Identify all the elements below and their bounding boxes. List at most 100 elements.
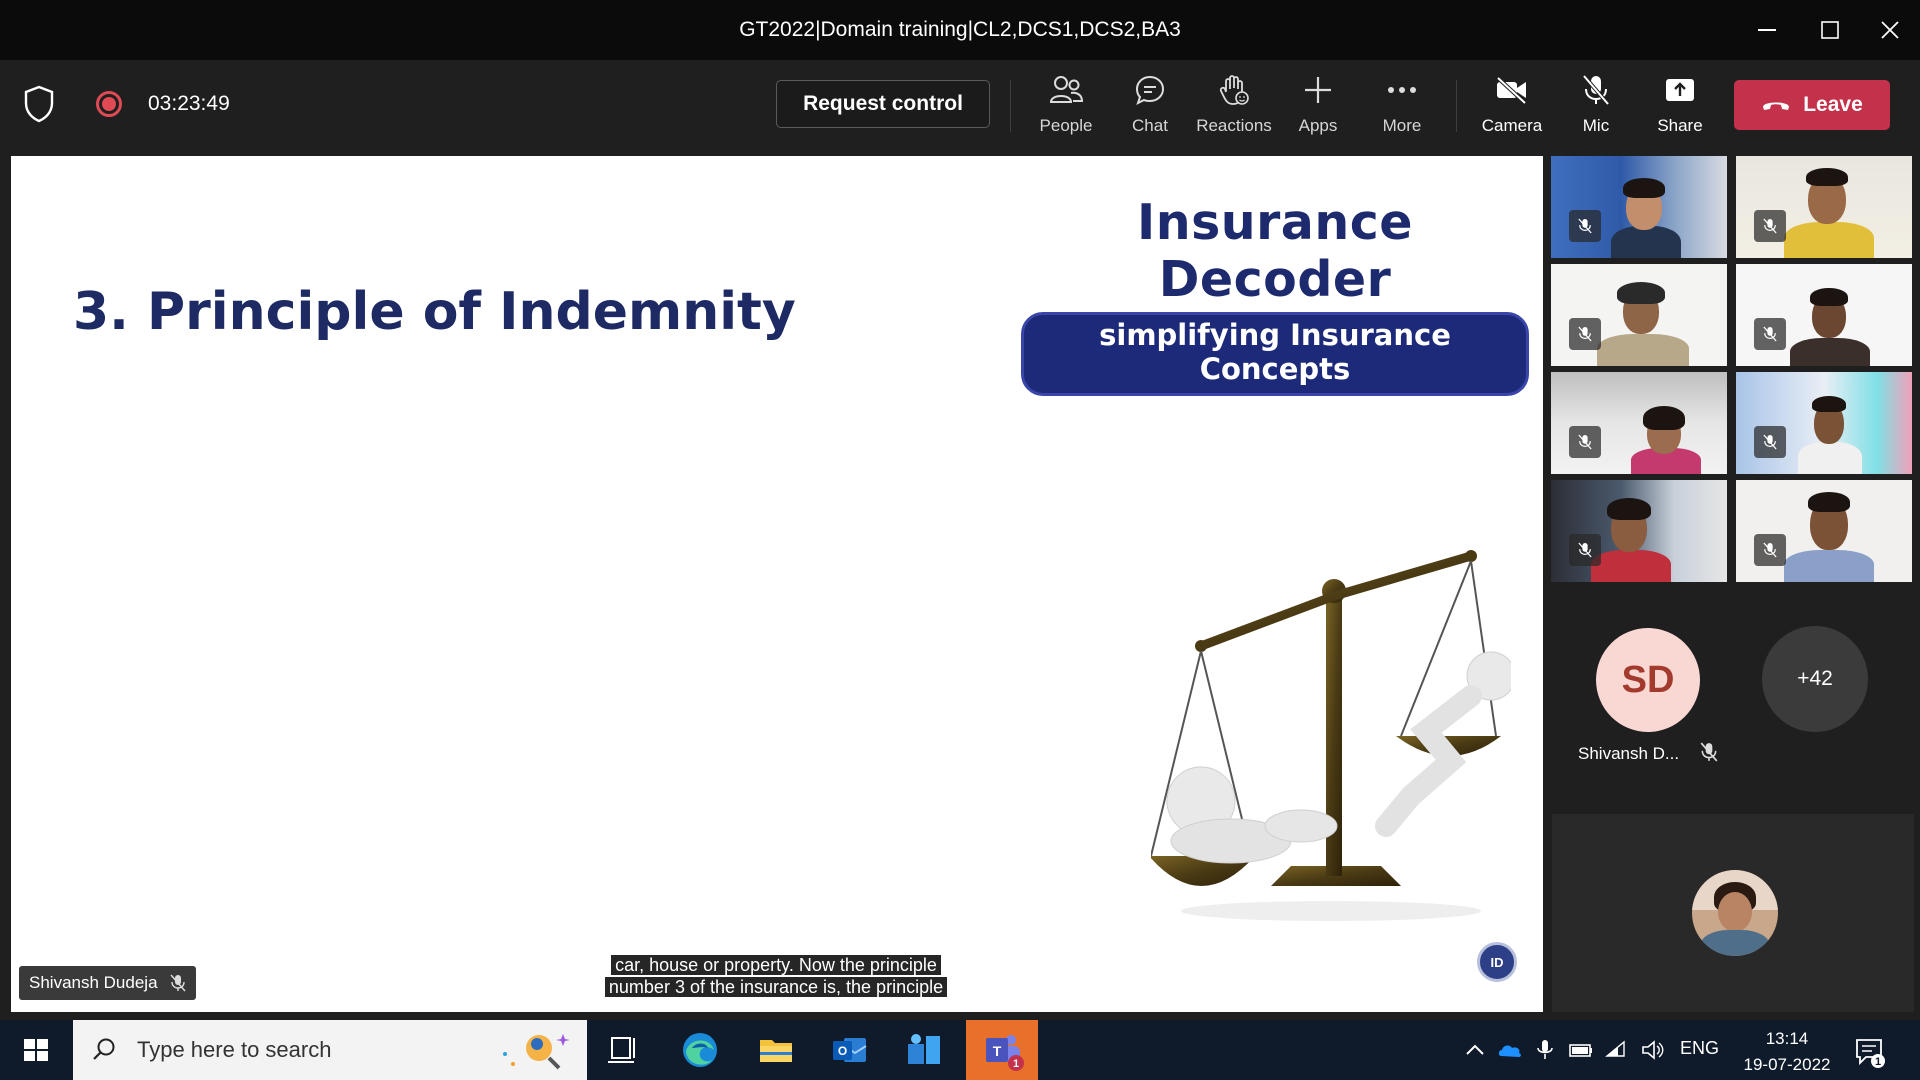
participant-video-tile[interactable]: [1551, 372, 1727, 474]
mic-muted-icon: [169, 974, 186, 992]
leave-label: Leave: [1803, 93, 1863, 116]
more-dots-icon: [1388, 87, 1416, 93]
participant-video-tile[interactable]: [1551, 480, 1727, 582]
camera-off-icon: [1496, 76, 1527, 104]
shield-icon[interactable]: [22, 84, 56, 124]
close-window-button[interactable]: [1860, 0, 1920, 60]
leave-button[interactable]: Leave: [1734, 80, 1890, 130]
mic-button[interactable]: Mic: [1554, 72, 1638, 146]
notification-count: 1: [1875, 1056, 1881, 1068]
share-label: Share: [1657, 116, 1703, 135]
raise-hand-icon: [1219, 75, 1249, 105]
minimize-icon: [1758, 29, 1776, 31]
onedrive-icon[interactable]: [1497, 1038, 1523, 1062]
participant-video-tile[interactable]: [1736, 156, 1912, 258]
mic-muted-icon: [1754, 318, 1786, 350]
people-label: People: [1039, 116, 1093, 135]
camera-button[interactable]: Camera: [1470, 72, 1554, 146]
chat-icon: [1135, 75, 1165, 105]
mic-muted-icon: [1569, 426, 1601, 458]
meeting-timer: 03:23:49: [148, 92, 230, 115]
participant-video-tile[interactable]: [1736, 480, 1912, 582]
teams-app-button[interactable]: T1: [966, 1020, 1038, 1080]
search-highlight-icon: [503, 1034, 570, 1070]
svg-text:T: T: [993, 1043, 1002, 1059]
maximize-icon: [1821, 21, 1839, 39]
wifi-icon[interactable]: [1604, 1038, 1630, 1062]
mic-muted-icon: [1754, 426, 1786, 458]
company-portal-icon[interactable]: [900, 1026, 948, 1074]
file-explorer-icon[interactable]: [752, 1026, 800, 1074]
search-placeholder: Type here to search: [137, 1037, 332, 1062]
caption-line-2: number 3 of the insurance is, the princi…: [604, 977, 948, 997]
participant-video-tile[interactable]: [1736, 264, 1912, 366]
close-icon: [1881, 21, 1899, 39]
reactions-label: Reactions: [1196, 116, 1272, 135]
meeting-toolbar: 03:23:49 Request control People Chat Rea…: [0, 60, 1920, 154]
more-label: More: [1382, 116, 1422, 135]
mic-muted-icon: [1700, 742, 1718, 762]
recording-indicator-icon: [96, 91, 122, 117]
maximize-button[interactable]: [1800, 0, 1860, 60]
toolbar-divider: [1456, 80, 1457, 132]
outlook-icon[interactable]: O: [826, 1026, 874, 1074]
share-screen-icon: [1666, 79, 1694, 101]
people-button[interactable]: People: [1024, 72, 1108, 146]
reactions-button[interactable]: Reactions: [1192, 72, 1276, 146]
mic-muted-icon: [1569, 318, 1601, 350]
live-caption: car, house or property. Now the principl…: [596, 954, 956, 998]
more-button[interactable]: More: [1360, 72, 1444, 146]
windows-taskbar: Type here to search O T1 ENG 13:14 19-07…: [0, 1020, 1920, 1080]
participant-video-tile[interactable]: [1551, 264, 1727, 366]
caption-line-1: car, house or property. Now the principl…: [611, 955, 941, 975]
volume-icon[interactable]: [1640, 1038, 1666, 1062]
chat-button[interactable]: Chat: [1108, 72, 1192, 146]
system-clock[interactable]: 13:14 19-07-2022: [1735, 1026, 1839, 1078]
apps-label: Apps: [1298, 116, 1338, 135]
windows-start-icon[interactable]: [14, 1032, 58, 1068]
mic-label: Mic: [1582, 116, 1610, 135]
brand-name: Insurance Decoder: [1136, 194, 1414, 308]
clock-time: 13:14: [1765, 1029, 1809, 1048]
toolbar-divider: [1010, 80, 1011, 132]
more-participants-button[interactable]: +42: [1762, 626, 1868, 732]
mic-muted-icon: [1754, 534, 1786, 566]
title-bar: GT2022|Domain training|CL2,DCS1,DCS2,BA3: [0, 0, 1920, 60]
camera-label: Camera: [1481, 116, 1543, 135]
people-icon: [1049, 76, 1083, 103]
teams-badge: 1: [1013, 1058, 1019, 1070]
clock-date: 19-07-2022: [1743, 1055, 1831, 1074]
minimize-button[interactable]: [1737, 0, 1797, 60]
mic-off-icon: [1582, 74, 1610, 106]
mic-muted-icon: [1569, 534, 1601, 566]
share-button[interactable]: Share: [1638, 72, 1722, 146]
chevron-up-icon[interactable]: [1462, 1038, 1488, 1062]
teams-icon: T1: [986, 1035, 1024, 1071]
shared-screen: Insurance Decoder simplifying Insurance …: [11, 156, 1543, 1012]
mic-muted-icon: [1569, 210, 1601, 242]
svg-text:O: O: [838, 1044, 847, 1058]
self-view-tile[interactable]: [1552, 814, 1914, 1012]
edge-browser-icon[interactable]: [676, 1026, 724, 1074]
task-view-icon[interactable]: [598, 1026, 646, 1074]
mic-muted-icon: [1754, 210, 1786, 242]
chat-label: Chat: [1132, 116, 1168, 135]
request-control-button[interactable]: Request control: [776, 80, 990, 128]
search-icon: [93, 1038, 115, 1060]
hang-up-icon: [1763, 102, 1790, 110]
battery-icon[interactable]: [1568, 1038, 1594, 1062]
brand-tagline: simplifying Insurance Concepts: [1021, 312, 1529, 396]
presenter-name: Shivansh Dudeja: [29, 973, 158, 992]
input-language[interactable]: ENG: [1680, 1038, 1719, 1059]
participant-video-tile[interactable]: [1551, 156, 1727, 258]
slide-title: 3. Principle of Indemnity: [73, 282, 796, 342]
window-title: GT2022|Domain training|CL2,DCS1,DCS2,BA3: [739, 18, 1181, 41]
notification-center-icon[interactable]: 1: [1852, 1034, 1888, 1070]
taskbar-search-box[interactable]: Type here to search: [73, 1020, 587, 1080]
apps-button[interactable]: Apps: [1276, 72, 1360, 146]
presenter-name-tag: Shivansh Dudeja: [19, 966, 196, 1000]
participant-video-tile[interactable]: [1736, 372, 1912, 474]
participant-name: Shivansh D...: [1578, 744, 1680, 763]
microphone-tray-icon[interactable]: [1532, 1038, 1558, 1062]
participant-avatar[interactable]: SD: [1596, 628, 1700, 732]
